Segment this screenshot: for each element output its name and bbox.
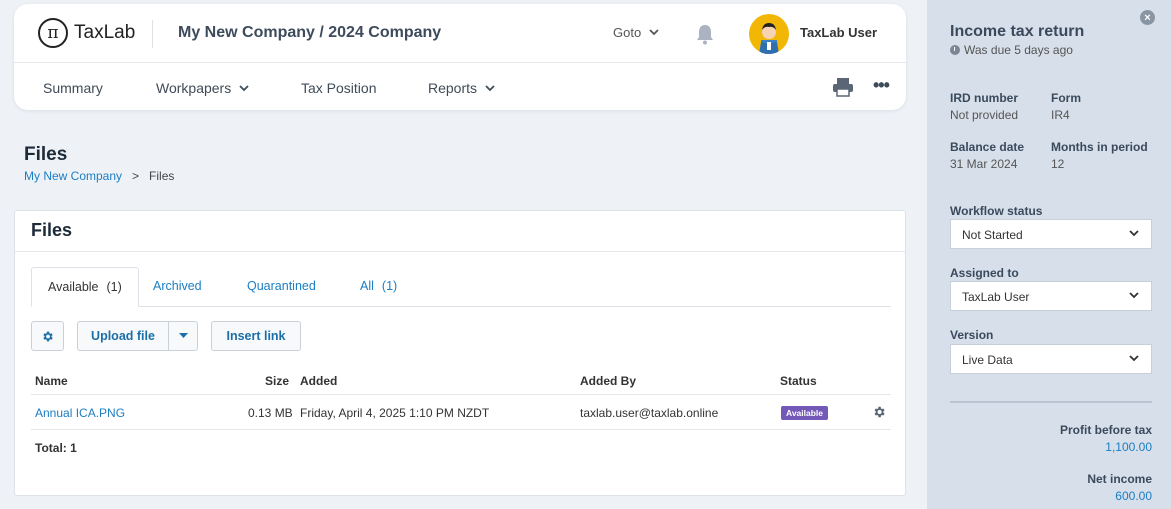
upload-options-button[interactable] [168, 321, 198, 351]
tab-available-label: Available [48, 280, 99, 294]
header-bar: π TaxLab My New Company / 2024 Company G… [14, 4, 906, 63]
top-header-card: π TaxLab My New Company / 2024 Company G… [14, 4, 906, 110]
tab-archived-label: Archived [153, 279, 202, 293]
return-sidebar: × Income tax return Was due 5 days ago I… [927, 0, 1171, 509]
user-avatar-icon [759, 23, 779, 54]
assigned-to-select[interactable]: TaxLab User [950, 281, 1152, 311]
upload-file-button[interactable]: Upload file [77, 321, 169, 351]
tab-all-count: (1) [381, 279, 398, 293]
profit-before-tax-value[interactable]: 1,100.00 [1105, 440, 1152, 454]
page-title: Files [24, 144, 68, 165]
nav-workpapers[interactable]: Workpapers [156, 80, 249, 96]
column-header-added-by[interactable]: Added By [580, 374, 636, 388]
taxlab-logo[interactable]: π TaxLab [38, 18, 135, 48]
months-in-period-value: 12 [1051, 157, 1065, 171]
logo-text: TaxLab [74, 22, 136, 43]
files-panel-title: Files [15, 211, 905, 252]
workflow-status-value: Not Started [962, 228, 1023, 242]
files-tabs: Available (1) Archived Quarantined All (1) [31, 267, 891, 307]
company-title: My New Company / 2024 Company [178, 24, 442, 41]
nav-tax-position-label: Tax Position [301, 80, 377, 96]
tab-quarantined[interactable]: Quarantined [231, 267, 332, 307]
header-divider [152, 20, 153, 48]
chevron-down-icon [1129, 292, 1139, 299]
table-divider [31, 394, 891, 395]
tab-quarantined-label: Quarantined [247, 279, 316, 293]
column-header-status[interactable]: Status [780, 374, 817, 388]
chevron-down-icon [649, 29, 659, 36]
column-header-size[interactable]: Size [265, 374, 289, 388]
balance-date-label: Balance date [950, 140, 1025, 154]
column-header-added[interactable]: Added [300, 374, 337, 388]
due-status: Was due 5 days ago [950, 43, 1073, 57]
user-name[interactable]: TaxLab User [800, 25, 877, 40]
form-label: Form [1051, 91, 1081, 105]
avatar[interactable] [749, 14, 789, 54]
breadcrumb: My New Company > Files [24, 169, 174, 183]
close-icon[interactable]: × [1140, 10, 1155, 25]
bell-icon[interactable] [695, 23, 715, 45]
caret-down-icon [178, 333, 188, 338]
net-income-value[interactable]: 600.00 [1115, 489, 1152, 503]
ird-number-label: IRD number [950, 91, 1019, 105]
sidebar-title: Income tax return [950, 23, 1085, 40]
nav-tax-position[interactable]: Tax Position [301, 80, 376, 96]
status-badge: Available [781, 406, 829, 420]
nav-reports[interactable]: Reports [428, 80, 495, 96]
goto-dropdown[interactable]: Goto [613, 25, 659, 40]
more-options-icon[interactable]: ••• [873, 75, 890, 96]
printer-icon[interactable] [832, 77, 854, 97]
tab-all[interactable]: All (1) [344, 267, 413, 307]
chevron-down-icon [1129, 355, 1139, 362]
chevron-down-icon [239, 84, 249, 91]
tab-available-count: (1) [106, 280, 122, 294]
file-added: Friday, April 4, 2025 1:10 PM NZDT [300, 406, 490, 420]
breadcrumb-root-link[interactable]: My New Company [24, 169, 122, 183]
chevron-down-icon [1129, 230, 1139, 237]
settings-button[interactable] [31, 321, 64, 351]
tab-all-label: All [360, 279, 374, 293]
logo-symbol: π [38, 18, 68, 48]
goto-label: Goto [613, 25, 642, 40]
workflow-status-select[interactable]: Not Started [950, 219, 1152, 249]
form-value: IR4 [1051, 108, 1070, 122]
gear-icon[interactable] [872, 405, 886, 419]
ird-number-value: Not provided [950, 108, 1019, 122]
nav-summary-label: Summary [43, 80, 103, 96]
table-total: Total: 1 [35, 441, 77, 455]
main-nav: Summary Workpapers Tax Position Reports … [14, 63, 906, 110]
table-divider [31, 429, 891, 430]
chevron-down-icon [485, 84, 495, 91]
months-in-period-label: Months in period [1051, 140, 1148, 154]
breadcrumb-separator: > [132, 169, 140, 183]
nav-reports-label: Reports [428, 80, 478, 96]
file-name-link[interactable]: Annual ICA.PNG [35, 406, 125, 420]
assigned-to-label: Assigned to [950, 266, 1019, 280]
balance-date-value: 31 Mar 2024 [950, 157, 1018, 171]
insert-link-button[interactable]: Insert link [211, 321, 301, 351]
version-label: Version [950, 328, 994, 342]
version-value: Live Data [962, 353, 1013, 367]
file-added-by: taxlab.user@taxlab.online [580, 406, 719, 420]
file-size: 0.13 MB [248, 406, 293, 420]
sidebar-divider [950, 401, 1152, 403]
files-panel: Files Available (1) Archived Quarantined … [14, 210, 906, 496]
net-income-label: Net income [1087, 472, 1152, 486]
version-select[interactable]: Live Data [950, 344, 1152, 374]
nav-summary[interactable]: Summary [43, 80, 103, 96]
tab-available[interactable]: Available (1) [31, 267, 139, 307]
column-header-name[interactable]: Name [35, 374, 68, 388]
tab-archived[interactable]: Archived [137, 267, 218, 307]
due-text: Was due 5 days ago [964, 43, 1073, 57]
workflow-status-label: Workflow status [950, 204, 1043, 218]
gear-icon [43, 331, 53, 341]
breadcrumb-current: Files [149, 169, 175, 183]
nav-workpapers-label: Workpapers [156, 80, 232, 96]
profit-before-tax-label: Profit before tax [1059, 423, 1152, 437]
clock-icon [950, 45, 960, 55]
assigned-to-value: TaxLab User [962, 290, 1030, 304]
